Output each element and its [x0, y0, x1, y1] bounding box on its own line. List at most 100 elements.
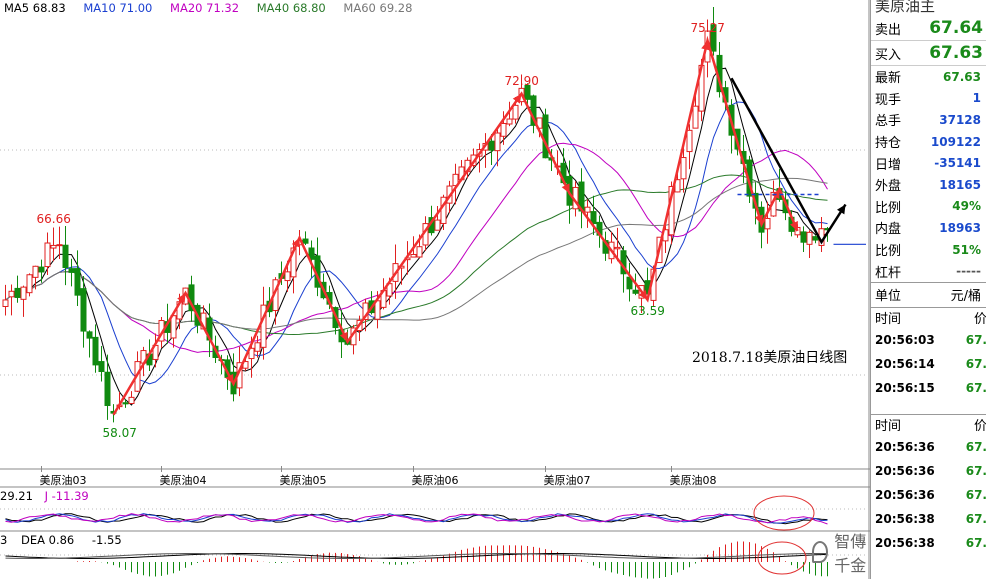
- stat-label: 日增: [875, 157, 902, 173]
- trade-time: 20:56:36: [875, 439, 935, 454]
- stat-value: 67.63: [943, 69, 981, 84]
- x-tick-label: 美原油07: [543, 474, 591, 487]
- candle-body: [26, 274, 33, 294]
- stat-value: -35141: [934, 156, 981, 171]
- stat-row: 外盘 18165: [871, 174, 986, 196]
- trade-time: 20:56:03: [875, 332, 935, 347]
- stat-row: 总手 37128: [871, 109, 986, 131]
- x-tick-label: 美原油08: [669, 474, 717, 487]
- trade-row[interactable]: 20:56:36 67.: [871, 435, 986, 459]
- candle-body: [692, 105, 699, 129]
- time-header: 时间: [875, 312, 902, 328]
- candle-body: [56, 244, 63, 247]
- trades-list-2[interactable]: 20:56:36 67. 20:56:36 67. 20:56:36 67. 20:56:3…: [871, 435, 986, 555]
- price-header: 价: [973, 419, 986, 435]
- stat-row: 比例 51%: [871, 239, 986, 261]
- trade-row[interactable]: 20:56:38 67.: [871, 531, 986, 555]
- trade-row[interactable]: 20:56:15 67.: [871, 376, 986, 400]
- stat-value: 51%: [952, 242, 981, 257]
- macd-dea-value: DEA 0.86: [20, 533, 75, 547]
- sell-row[interactable]: 卖出 67.64: [871, 16, 986, 41]
- sell-label: 卖出: [875, 22, 902, 38]
- candle-body: [806, 231, 813, 245]
- candle-body: [38, 266, 45, 273]
- trade-price: 67.: [965, 439, 986, 454]
- trade-time: 20:56:36: [875, 463, 935, 478]
- candle-body: [44, 242, 51, 268]
- unit-label: 单位: [875, 289, 902, 305]
- candle-body: [512, 104, 519, 120]
- stat-value: 37128: [939, 112, 981, 127]
- candle-body: [254, 342, 261, 352]
- trade-price: 67.: [965, 380, 986, 395]
- stat-label: 内盘: [875, 222, 902, 238]
- kdj-legend: 29.21 J -11.39: [0, 489, 89, 503]
- trades-header: 时间 价: [871, 308, 986, 328]
- candle-body: [686, 129, 693, 153]
- legend-ma10: MA10 71.00: [83, 1, 153, 15]
- x-tick-label: 美原油03: [39, 474, 87, 487]
- kdj-d-value: 29.21: [0, 489, 33, 503]
- trade-price: 67.: [965, 535, 986, 550]
- stat-label: 比例: [875, 200, 902, 216]
- trade-price: 67.: [965, 332, 986, 347]
- trade-time: 20:56:38: [875, 535, 935, 550]
- trades-header-2: 时间 价: [871, 413, 986, 435]
- candle-body: [434, 219, 441, 231]
- peak-label: 58.07: [102, 426, 137, 441]
- stat-label: 现手: [875, 92, 902, 108]
- stat-value: 49%: [952, 199, 981, 214]
- trade-row[interactable]: 20:56:36 67.: [871, 483, 986, 507]
- candle-body: [812, 236, 819, 241]
- candle-body: [80, 288, 87, 332]
- unit-row: 单位 元/桶: [871, 281, 986, 308]
- trade-time: 20:56:14: [875, 356, 935, 371]
- sell-price: 67.64: [929, 18, 983, 38]
- candle-body: [800, 231, 807, 243]
- watermark-text: 智傳千金: [834, 532, 867, 575]
- x-tick-label: 美原油05: [279, 474, 327, 487]
- peak-label: 75.27: [690, 21, 725, 36]
- candle-body: [170, 315, 177, 339]
- buy-row[interactable]: 买入 67.63: [871, 41, 986, 66]
- candle-body: [20, 286, 27, 300]
- trade-price: 67.: [965, 511, 986, 526]
- candle-body: [92, 336, 99, 366]
- trade-time: 20:56:15: [875, 380, 935, 395]
- candle-body: [410, 253, 417, 258]
- candle-body: [122, 402, 129, 405]
- stat-row: 内盘 18963: [871, 217, 986, 239]
- trade-row[interactable]: 20:56:38 67.: [871, 507, 986, 531]
- macd-highlight-circle: [757, 541, 807, 575]
- wechat-icon: [812, 541, 829, 563]
- candle-body: [506, 118, 513, 125]
- trade-time: 20:56:36: [875, 487, 935, 502]
- stat-row: 持仓 109122: [871, 131, 986, 153]
- trade-row[interactable]: 20:56:03 67.: [871, 328, 986, 352]
- candle-body: [494, 132, 501, 152]
- candle-body: [584, 206, 591, 213]
- candle-body: [74, 268, 81, 296]
- candle-body: [614, 246, 621, 250]
- trade-row[interactable]: 20:56:14 67.: [871, 352, 986, 376]
- unit-value: 元/桶: [950, 289, 981, 305]
- candle-body: [104, 371, 111, 407]
- candle-body: [8, 290, 15, 298]
- candle-body: [128, 396, 135, 405]
- trade-time: 20:56:38: [875, 511, 935, 526]
- stat-row: 杠杆 -----: [871, 260, 986, 282]
- stat-row: 现手 1: [871, 88, 986, 110]
- candle-body: [98, 361, 105, 373]
- stat-value: 1: [972, 91, 981, 106]
- macd-legend: 3 DEA 0.86 -1.55: [0, 533, 122, 547]
- kdj-highlight-circle: [753, 495, 815, 531]
- candle-body: [542, 114, 549, 159]
- trades-list[interactable]: 20:56:03 67. 20:56:14 67. 20:56:15 67.: [871, 328, 986, 400]
- stat-row: 最新 67.63: [871, 66, 986, 88]
- stat-value: -----: [956, 264, 981, 279]
- legend-ma40: MA40 68.80: [256, 1, 326, 15]
- buy-price: 67.63: [929, 43, 983, 63]
- candle-body: [488, 140, 495, 151]
- candle-body: [2, 299, 9, 307]
- trade-row[interactable]: 20:56:36 67.: [871, 459, 986, 483]
